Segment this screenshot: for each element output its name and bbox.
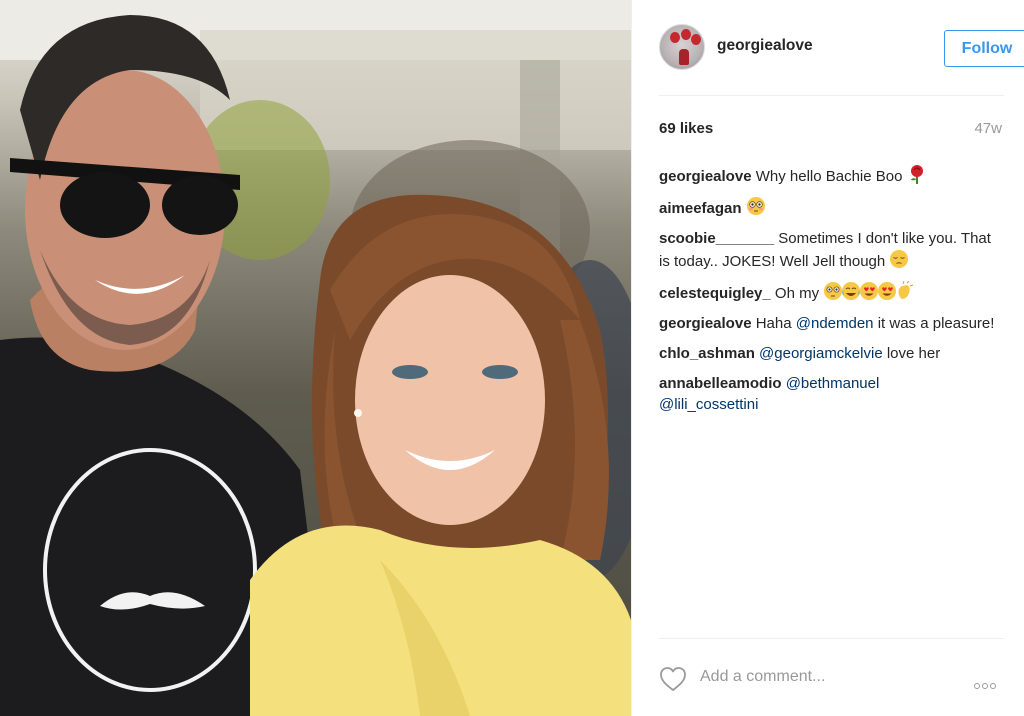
comment-list: georgiealove Why hello Bachie Boo aimeef…	[659, 164, 1004, 424]
post-side-panel: georgiealove Follow 69 likes 47w georgie…	[631, 0, 1024, 716]
avatar[interactable]	[659, 24, 705, 70]
more-options-icon[interactable]	[974, 676, 1004, 689]
comment-item: chlo_ashman @georgiamckelvie love her	[659, 343, 1004, 364]
comment-mention[interactable]: @lili_cossettini	[659, 396, 758, 413]
comment-username[interactable]: chlo_ashman	[659, 345, 755, 362]
emoji-sequence-icon	[824, 281, 914, 300]
flushed-emoji-icon	[746, 197, 765, 215]
comment-username[interactable]: aimeefagan	[659, 200, 742, 217]
comment-item: celestequigley_ Oh my	[659, 281, 1004, 304]
comment-item: scoobie_______ Sometimes I don't like yo…	[659, 228, 1004, 272]
follow-button[interactable]: Follow	[944, 30, 1024, 67]
footer-divider	[659, 638, 1004, 639]
comment-username[interactable]: georgiealove	[659, 315, 752, 332]
post-username[interactable]: georgiealove	[717, 37, 813, 55]
comment-mention[interactable]: @georgiamckelvie	[759, 345, 883, 362]
post-header: georgiealove Follow	[659, 24, 1024, 72]
heart-icon[interactable]	[659, 666, 687, 692]
comment-text: Why hello Bachie Boo	[755, 168, 903, 185]
photo-illustration	[0, 0, 631, 716]
header-divider	[659, 95, 1004, 96]
comment-username[interactable]: georgiealove	[659, 168, 752, 185]
add-comment-input[interactable]	[700, 668, 930, 686]
post-photo[interactable]	[0, 0, 631, 716]
comment-mention[interactable]: @ndemden	[796, 315, 874, 332]
comment-mention[interactable]: @bethmanuel	[786, 375, 880, 392]
comment-item: georgiealove Haha @ndemden it was a plea…	[659, 313, 1004, 334]
rose-emoji-icon	[910, 165, 923, 184]
comment-text: it was a pleasure!	[877, 315, 995, 332]
comment-username[interactable]: scoobie_______	[659, 230, 774, 247]
comment-text: Haha	[755, 315, 792, 332]
comment-text: love her	[886, 345, 941, 362]
post-age[interactable]: 47w	[974, 120, 1002, 137]
comment-username[interactable]: celestequigley_	[659, 285, 771, 302]
comment-text: Oh my	[774, 285, 820, 302]
comment-item: annabelleamodio @bethmanuel @lili_cosset…	[659, 373, 1004, 415]
comment-item: aimeefagan	[659, 196, 1004, 219]
comment-item: georgiealove Why hello Bachie Boo	[659, 164, 1004, 187]
pensive-emoji-icon	[890, 250, 909, 268]
comment-username[interactable]: annabelleamodio	[659, 375, 782, 392]
likes-count[interactable]: 69 likes	[659, 120, 713, 137]
